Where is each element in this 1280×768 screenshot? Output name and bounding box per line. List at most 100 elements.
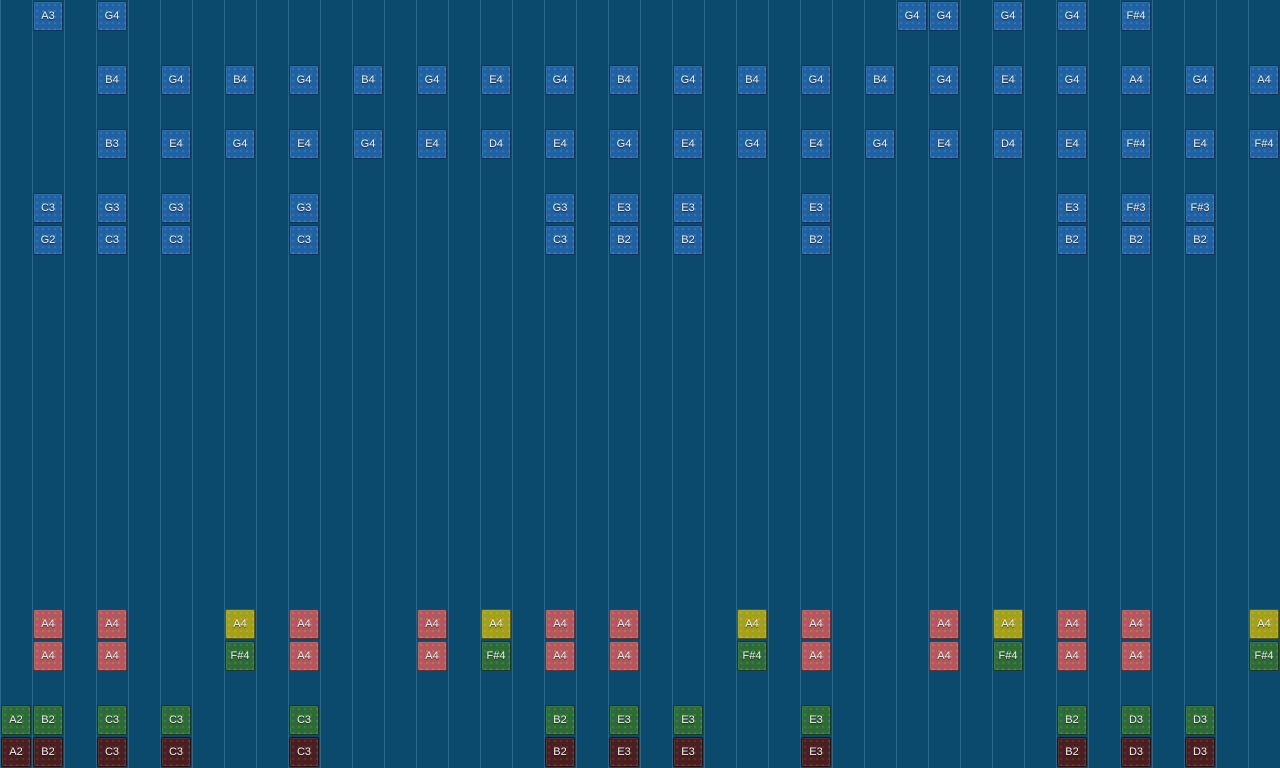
- note-block-blue[interactable]: E3: [673, 193, 703, 223]
- note-block-blue[interactable]: E4: [993, 65, 1023, 95]
- note-block-red[interactable]: A4: [545, 609, 575, 639]
- note-block-blue[interactable]: B2: [1185, 225, 1215, 255]
- note-block-blue[interactable]: E4: [161, 129, 191, 159]
- note-block-red[interactable]: A4: [1057, 609, 1087, 639]
- note-block-blue[interactable]: C3: [545, 225, 575, 255]
- note-block-blue[interactable]: A4: [1121, 65, 1151, 95]
- note-block-blue[interactable]: G4: [161, 65, 191, 95]
- note-block-yellow[interactable]: A4: [737, 609, 767, 639]
- note-block-blue[interactable]: G4: [353, 129, 383, 159]
- note-block-red[interactable]: A4: [417, 609, 447, 639]
- note-block-blue[interactable]: G4: [993, 1, 1023, 31]
- note-block-blue[interactable]: F#4: [1121, 1, 1151, 31]
- note-block-red[interactable]: A4: [929, 609, 959, 639]
- note-block-blue[interactable]: G4: [417, 65, 447, 95]
- note-block-blue[interactable]: F#3: [1185, 193, 1215, 223]
- note-block-green[interactable]: A2: [1, 705, 31, 735]
- note-block-green[interactable]: E3: [673, 705, 703, 735]
- note-block-brown[interactable]: E3: [673, 737, 703, 767]
- note-block-red[interactable]: A4: [33, 609, 63, 639]
- note-block-blue[interactable]: D4: [481, 129, 511, 159]
- note-block-blue[interactable]: G4: [929, 1, 959, 31]
- note-block-red[interactable]: A4: [33, 641, 63, 671]
- note-block-blue[interactable]: G4: [929, 65, 959, 95]
- note-block-blue[interactable]: F#4: [1121, 129, 1151, 159]
- note-block-red[interactable]: A4: [801, 641, 831, 671]
- note-block-red[interactable]: A4: [97, 641, 127, 671]
- note-block-blue[interactable]: G4: [225, 129, 255, 159]
- note-block-yellow[interactable]: A4: [1249, 609, 1279, 639]
- note-block-blue[interactable]: G4: [801, 65, 831, 95]
- note-block-green[interactable]: F#4: [481, 641, 511, 671]
- note-block-green[interactable]: D3: [1185, 705, 1215, 735]
- note-block-blue[interactable]: G3: [289, 193, 319, 223]
- note-block-blue[interactable]: B2: [609, 225, 639, 255]
- note-block-blue[interactable]: E4: [481, 65, 511, 95]
- note-block-red[interactable]: A4: [545, 641, 575, 671]
- note-block-green[interactable]: B2: [33, 705, 63, 735]
- note-block-blue[interactable]: B4: [737, 65, 767, 95]
- note-block-blue[interactable]: E4: [929, 129, 959, 159]
- note-block-blue[interactable]: G4: [1057, 65, 1087, 95]
- note-block-blue[interactable]: E4: [1185, 129, 1215, 159]
- note-block-brown[interactable]: C3: [97, 737, 127, 767]
- note-block-green[interactable]: D3: [1121, 705, 1151, 735]
- note-block-blue[interactable]: G4: [1185, 65, 1215, 95]
- note-block-blue[interactable]: B2: [1057, 225, 1087, 255]
- note-block-blue[interactable]: B4: [353, 65, 383, 95]
- note-block-blue[interactable]: D4: [993, 129, 1023, 159]
- note-block-brown[interactable]: B2: [33, 737, 63, 767]
- note-block-green[interactable]: E3: [609, 705, 639, 735]
- note-block-red[interactable]: A4: [1121, 641, 1151, 671]
- note-block-blue[interactable]: B4: [865, 65, 895, 95]
- note-block-blue[interactable]: E4: [289, 129, 319, 159]
- note-block-blue[interactable]: B2: [801, 225, 831, 255]
- note-block-blue[interactable]: G4: [897, 1, 927, 31]
- note-block-green[interactable]: B2: [1057, 705, 1087, 735]
- note-block-blue[interactable]: F#3: [1121, 193, 1151, 223]
- note-block-blue[interactable]: E4: [545, 129, 575, 159]
- note-block-green[interactable]: C3: [289, 705, 319, 735]
- note-block-brown[interactable]: B2: [545, 737, 575, 767]
- note-block-green[interactable]: F#4: [1249, 641, 1279, 671]
- note-block-red[interactable]: A4: [929, 641, 959, 671]
- note-block-blue[interactable]: G4: [673, 65, 703, 95]
- note-block-blue[interactable]: B2: [673, 225, 703, 255]
- note-block-red[interactable]: A4: [289, 609, 319, 639]
- note-block-blue[interactable]: G4: [865, 129, 895, 159]
- note-block-blue[interactable]: G4: [97, 1, 127, 31]
- note-block-blue[interactable]: G4: [609, 129, 639, 159]
- note-block-brown[interactable]: D3: [1185, 737, 1215, 767]
- note-block-blue[interactable]: B2: [1121, 225, 1151, 255]
- note-block-blue[interactable]: B4: [609, 65, 639, 95]
- note-block-blue[interactable]: F#4: [1249, 129, 1279, 159]
- note-block-red[interactable]: A4: [1121, 609, 1151, 639]
- note-block-red[interactable]: A4: [801, 609, 831, 639]
- note-block-blue[interactable]: C3: [289, 225, 319, 255]
- note-block-blue[interactable]: A4: [1249, 65, 1279, 95]
- note-block-brown[interactable]: E3: [609, 737, 639, 767]
- note-block-green[interactable]: C3: [97, 705, 127, 735]
- note-block-blue[interactable]: G4: [1057, 1, 1087, 31]
- note-block-green[interactable]: B2: [545, 705, 575, 735]
- note-block-blue[interactable]: G4: [289, 65, 319, 95]
- note-block-blue[interactable]: B4: [225, 65, 255, 95]
- note-block-brown[interactable]: C3: [289, 737, 319, 767]
- note-block-blue[interactable]: E4: [673, 129, 703, 159]
- note-block-blue[interactable]: C3: [161, 225, 191, 255]
- piano-roll-grid[interactable]: A3 G4 G4 G4 G4 G4 F#4 B4 G4 B4 G4 B4 G4 E4 G4 B4 G4 B4 G4 B…: [0, 0, 1280, 768]
- note-block-red[interactable]: A4: [1057, 641, 1087, 671]
- note-block-blue[interactable]: B4: [97, 65, 127, 95]
- note-block-red[interactable]: A4: [417, 641, 447, 671]
- note-block-red[interactable]: A4: [97, 609, 127, 639]
- note-block-brown[interactable]: D3: [1121, 737, 1151, 767]
- note-block-blue[interactable]: E4: [801, 129, 831, 159]
- note-block-blue[interactable]: G4: [545, 65, 575, 95]
- note-block-blue[interactable]: G4: [737, 129, 767, 159]
- note-block-blue[interactable]: C3: [97, 225, 127, 255]
- note-block-red[interactable]: A4: [289, 641, 319, 671]
- note-block-blue[interactable]: E3: [801, 193, 831, 223]
- note-block-blue[interactable]: E4: [417, 129, 447, 159]
- note-block-blue[interactable]: G3: [161, 193, 191, 223]
- note-block-yellow[interactable]: A4: [225, 609, 255, 639]
